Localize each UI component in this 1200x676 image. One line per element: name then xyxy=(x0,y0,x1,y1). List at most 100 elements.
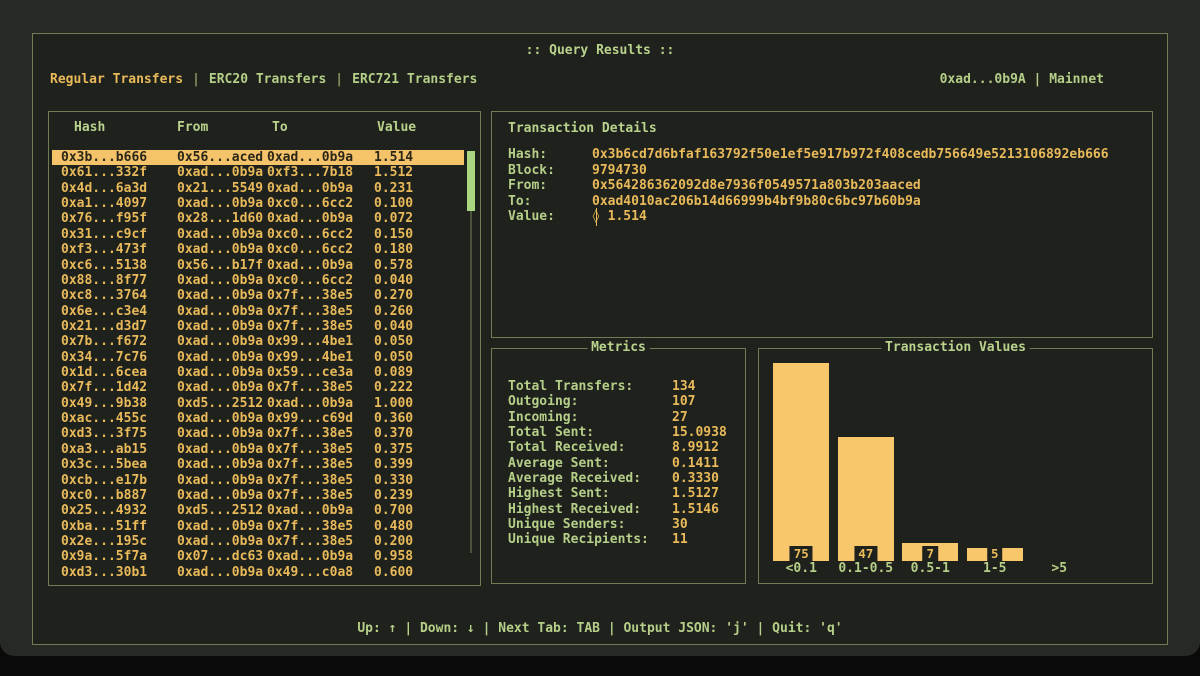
cell-to: 0x99...4be1 xyxy=(267,350,374,365)
chart-column: 75<0.1 xyxy=(769,363,834,577)
chart-bar-area: 75 xyxy=(769,363,834,561)
table-row[interactable]: 0x4d...6a3d0x21...55490xad...0b9a0.231 xyxy=(52,181,464,196)
table-row[interactable]: 0x2e...195c0xad...0b9a0x7f...38e50.200 xyxy=(52,534,464,549)
cell-from: 0xad...0b9a xyxy=(177,165,267,180)
cell-hash: 0xf3...473f xyxy=(61,242,177,257)
metric-row: Incoming:27 xyxy=(508,410,737,425)
cell-value: 0.150 xyxy=(374,227,413,242)
table-row[interactable]: 0x61...332f0xad...0b9a0xf3...7b181.512 xyxy=(52,165,464,180)
metrics-panel: Metrics Total Transfers:134Outgoing:107I… xyxy=(491,348,746,584)
table-row[interactable]: 0x49...9b380xd5...25120xad...0b9a1.000 xyxy=(52,396,464,411)
details-fields: Hash:0x3b6cd7d6bfaf163792f50e1ef5e917b97… xyxy=(508,147,1142,225)
cell-hash: 0xc8...3764 xyxy=(61,288,177,303)
cell-value: 0.089 xyxy=(374,365,413,380)
table-row[interactable]: 0x7b...f6720xad...0b9a0x99...4be10.050 xyxy=(52,334,464,349)
detail-field-label: To: xyxy=(508,194,592,210)
metric-value: 15.0938 xyxy=(672,425,727,440)
cell-from: 0xad...0b9a xyxy=(177,365,267,380)
metric-label: Highest Received: xyxy=(508,502,672,517)
table-row[interactable]: 0xc8...37640xad...0b9a0x7f...38e50.270 xyxy=(52,288,464,303)
wallet-separator: | xyxy=(1026,72,1049,87)
cell-value: 0.239 xyxy=(374,488,413,503)
tab-erc20-transfers[interactable]: ERC20 Transfers xyxy=(209,72,326,87)
table-row[interactable]: 0x3b...b6660x56...aced0xad...0b9a1.514 xyxy=(52,150,464,165)
cell-to: 0x99...4be1 xyxy=(267,334,374,349)
table-row[interactable]: 0xd3...30b10xad...0b9a0x49...c0a80.600 xyxy=(52,565,464,580)
metric-row: Highest Sent:1.5127 xyxy=(508,486,737,501)
cell-value: 1.512 xyxy=(374,165,413,180)
table-row[interactable]: 0x9a...5f7a0x07...dc630xad...0b9a0.958 xyxy=(52,549,464,564)
metric-value: 30 xyxy=(672,517,688,532)
cell-hash: 0x2e...195c xyxy=(61,534,177,549)
cell-from: 0xad...0b9a xyxy=(177,473,267,488)
cell-value: 0.040 xyxy=(374,273,413,288)
tab-regular-transfers[interactable]: Regular Transfers xyxy=(50,72,183,87)
cell-value: 0.370 xyxy=(374,426,413,441)
cell-to: 0xc0...6cc2 xyxy=(267,196,374,211)
table-row[interactable]: 0xa1...40970xad...0b9a0xc0...6cc20.100 xyxy=(52,196,464,211)
cell-hash: 0xac...455c xyxy=(61,411,177,426)
detail-field: From:0x564286362092d8e7936f0549571a803b2… xyxy=(508,178,1142,194)
cell-from: 0xad...0b9a xyxy=(177,227,267,242)
table-row[interactable]: 0xac...455c0xad...0b9a0x99...c69d0.360 xyxy=(52,411,464,426)
cell-value: 0.100 xyxy=(374,196,413,211)
metric-label: Total Received: xyxy=(508,440,672,455)
metric-label: Average Received: xyxy=(508,471,672,486)
metric-value: 107 xyxy=(672,394,695,409)
column-header-from: From xyxy=(177,120,272,135)
cell-from: 0xad...0b9a xyxy=(177,350,267,365)
table-row[interactable]: 0x6e...c3e40xad...0b9a0x7f...38e50.260 xyxy=(52,304,464,319)
table-row[interactable]: 0xcb...e17b0xad...0b9a0x7f...38e50.330 xyxy=(52,473,464,488)
table-row[interactable]: 0x1d...6cea0xad...0b9a0x59...ce3a0.089 xyxy=(52,365,464,380)
table-row[interactable]: 0xba...51ff0xad...0b9a0x7f...38e50.480 xyxy=(52,519,464,534)
detail-field-label: Value: xyxy=(508,209,592,225)
cell-to: 0x7f...38e5 xyxy=(267,457,374,472)
table-row[interactable]: 0xc0...b8870xad...0b9a0x7f...38e50.239 xyxy=(52,488,464,503)
cell-to: 0x7f...38e5 xyxy=(267,426,374,441)
table-row[interactable]: 0xc6...51380x56...b17f0xad...0b9a0.578 xyxy=(52,258,464,273)
cell-hash: 0x49...9b38 xyxy=(61,396,177,411)
metric-label: Total Transfers: xyxy=(508,379,672,394)
table-row[interactable]: 0x7f...1d420xad...0b9a0x7f...38e50.222 xyxy=(52,380,464,395)
column-header-hash: Hash xyxy=(74,120,177,135)
cell-to: 0xad...0b9a xyxy=(267,549,374,564)
metric-label: Highest Sent: xyxy=(508,486,672,501)
table-row[interactable]: 0xa3...ab150xad...0b9a0x7f...38e50.375 xyxy=(52,442,464,457)
cell-hash: 0x21...d3d7 xyxy=(61,319,177,334)
cell-hash: 0xba...51ff xyxy=(61,519,177,534)
metric-row: Average Sent:0.1411 xyxy=(508,456,737,471)
table-row[interactable]: 0x3c...5bea0xad...0b9a0x7f...38e50.399 xyxy=(52,457,464,472)
cell-to: 0x7f...38e5 xyxy=(267,534,374,549)
cell-value: 0.700 xyxy=(374,503,413,518)
cell-value: 0.578 xyxy=(374,258,413,273)
chart-category-label: 0.5-1 xyxy=(911,561,950,577)
table-row[interactable]: 0xd3...3f750xad...0b9a0x7f...38e50.370 xyxy=(52,426,464,441)
cell-value: 0.050 xyxy=(374,350,413,365)
detail-field: To:0xad4010ac206b14d66999b4bf9b80c6bc97b… xyxy=(508,194,1142,210)
table-row[interactable]: 0x25...49320xd5...25120xad...0b9a0.700 xyxy=(52,503,464,518)
table-row[interactable]: 0x76...f95f0x28...1d600xad...0b9a0.072 xyxy=(52,211,464,226)
cell-value: 0.180 xyxy=(374,242,413,257)
cell-from: 0xad...0b9a xyxy=(177,442,267,457)
chart-category-label: 0.1-0.5 xyxy=(838,561,893,577)
table-row[interactable]: 0x21...d3d70xad...0b9a0x7f...38e50.040 xyxy=(52,319,464,334)
cell-hash: 0x6e...c3e4 xyxy=(61,304,177,319)
table-row[interactable]: 0x31...c9cf0xad...0b9a0xc0...6cc20.150 xyxy=(52,227,464,242)
metric-row: Total Sent:15.0938 xyxy=(508,425,737,440)
cell-from: 0xad...0b9a xyxy=(177,273,267,288)
cell-from: 0xad...0b9a xyxy=(177,519,267,534)
cell-value: 0.260 xyxy=(374,304,413,319)
table-row[interactable]: 0x88...8f770xad...0b9a0xc0...6cc20.040 xyxy=(52,273,464,288)
scrollbar-track[interactable] xyxy=(470,151,472,553)
column-header-to: To xyxy=(272,120,377,135)
table-row[interactable]: 0x34...7c760xad...0b9a0x99...4be10.050 xyxy=(52,350,464,365)
cell-value: 1.000 xyxy=(374,396,413,411)
keybindings-footer: Up: ↑ | Down: ↓ | Next Tab: TAB | Output… xyxy=(33,621,1167,636)
scrollbar-thumb[interactable] xyxy=(467,151,475,211)
bar-chart: 75<0.1470.1-0.570.5-151-5>5 xyxy=(769,363,1092,577)
tab-erc721-transfers[interactable]: ERC721 Transfers xyxy=(352,72,477,87)
cell-from: 0xd5...2512 xyxy=(177,396,267,411)
table-row[interactable]: 0xf3...473f0xad...0b9a0xc0...6cc20.180 xyxy=(52,242,464,257)
cell-hash: 0xc0...b887 xyxy=(61,488,177,503)
chart-category-label: 1-5 xyxy=(983,561,1006,577)
